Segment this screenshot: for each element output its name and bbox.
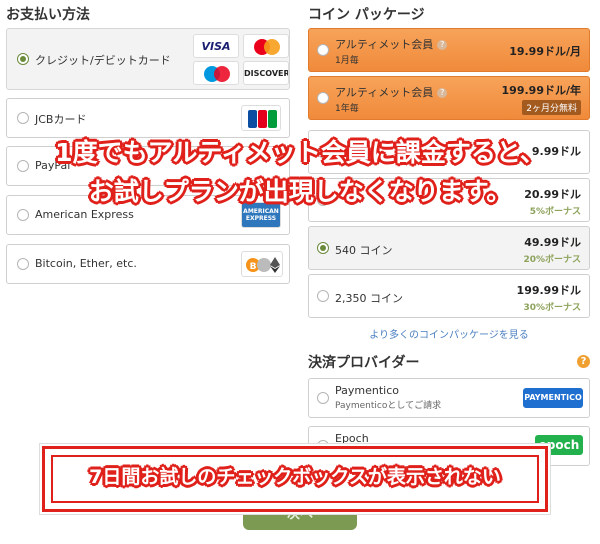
provider-sub: Paymenticoとしてご請求 [335,401,442,411]
callout-text: 7日間お試しのチェックボックスが表示されない [89,466,501,488]
jcb-label: JCBカード [35,113,87,126]
radio-crypto[interactable] [17,258,29,270]
payment-method-crypto[interactable]: Bitcoin, Ether, etc. B [6,244,290,284]
package-ultimate-monthly[interactable]: アルティメット会員? 1月毎 19.99ドル/月 [308,28,590,72]
maestro-logo [193,61,239,85]
radio-540-coins[interactable] [317,242,329,254]
provider-name: Epoch [335,432,369,445]
bonus-label: 30%ボーナス [523,303,581,313]
free-months-badge: 2ヶ月分無料 [522,100,581,115]
package-2350-coins[interactable]: 2,350 コイン 199.99ドル 30%ボーナス [308,274,590,318]
callout-box: 7日間お試しのチェックボックスが表示されない [42,446,548,512]
amex-label: American Express [35,208,134,221]
radio-jcb[interactable] [17,112,29,124]
package-price: 19.99ドル/月 [509,45,581,58]
radio-2350-coins[interactable] [317,290,329,302]
package-name: アルティメット会員 [335,38,434,51]
info-icon[interactable]: ? [437,40,448,50]
package-period: 1年毎 [335,104,359,114]
package-ultimate-yearly[interactable]: アルティメット会員? 1年毎 199.99ドル/年 2ヶ月分無料 [308,76,590,120]
help-icon[interactable]: ? [577,355,590,368]
info-icon[interactable]: ? [437,88,448,98]
package-name: アルティメット会員 [335,86,434,99]
jcb-logo [241,105,281,131]
coin-packages-title: コイン パッケージ [308,7,425,23]
radio-ultimate-monthly[interactable] [317,44,329,56]
crypto-logo: B [241,251,283,277]
paymentico-logo: PAYMENTICO [523,388,583,408]
annotation-line-1: 1度でもアルティメット会員に課金すると、 [55,138,545,167]
radio-paymentico[interactable] [317,392,329,404]
package-name: 2,350 コイン [335,292,403,305]
credit-card-label: クレジット/デビットカード [35,54,171,67]
package-price: 49.99ドル [524,236,581,249]
package-period: 1月毎 [335,56,359,66]
bonus-label: 20%ボーナス [523,255,581,265]
discover-logo: DISCOVER [243,61,289,85]
mastercard-logo [243,34,289,58]
annotation-line-2: お試しプランが出現しなくなります。 [88,177,512,206]
crypto-label: Bitcoin, Ether, etc. [35,257,137,270]
payment-method-jcb[interactable]: JCBカード [6,98,290,138]
package-price: 199.99ドル [516,284,581,297]
package-price: 199.99ドル/年 [501,84,581,97]
svg-text:B: B [250,262,257,272]
provider-paymentico[interactable]: Paymentico Paymenticoとしてご請求 PAYMENTICO [308,378,590,418]
package-540-coins[interactable]: 540 コイン 49.99ドル 20%ボーナス [308,226,590,270]
radio-ultimate-yearly[interactable] [317,92,329,104]
visa-logo: VISA [193,34,239,58]
radio-amex[interactable] [17,209,29,221]
more-packages-link[interactable]: より多くのコインパッケージを見る [308,326,590,341]
providers-title: 決済プロバイダー [308,355,420,371]
radio-credit-card[interactable] [17,53,29,65]
package-name: 540 コイン [335,244,393,257]
provider-name: Paymentico [335,384,399,397]
payment-method-credit-card[interactable]: クレジット/デビットカード VISA DISCOVER [6,28,290,90]
payment-methods-title: お支払い方法 [6,7,90,23]
